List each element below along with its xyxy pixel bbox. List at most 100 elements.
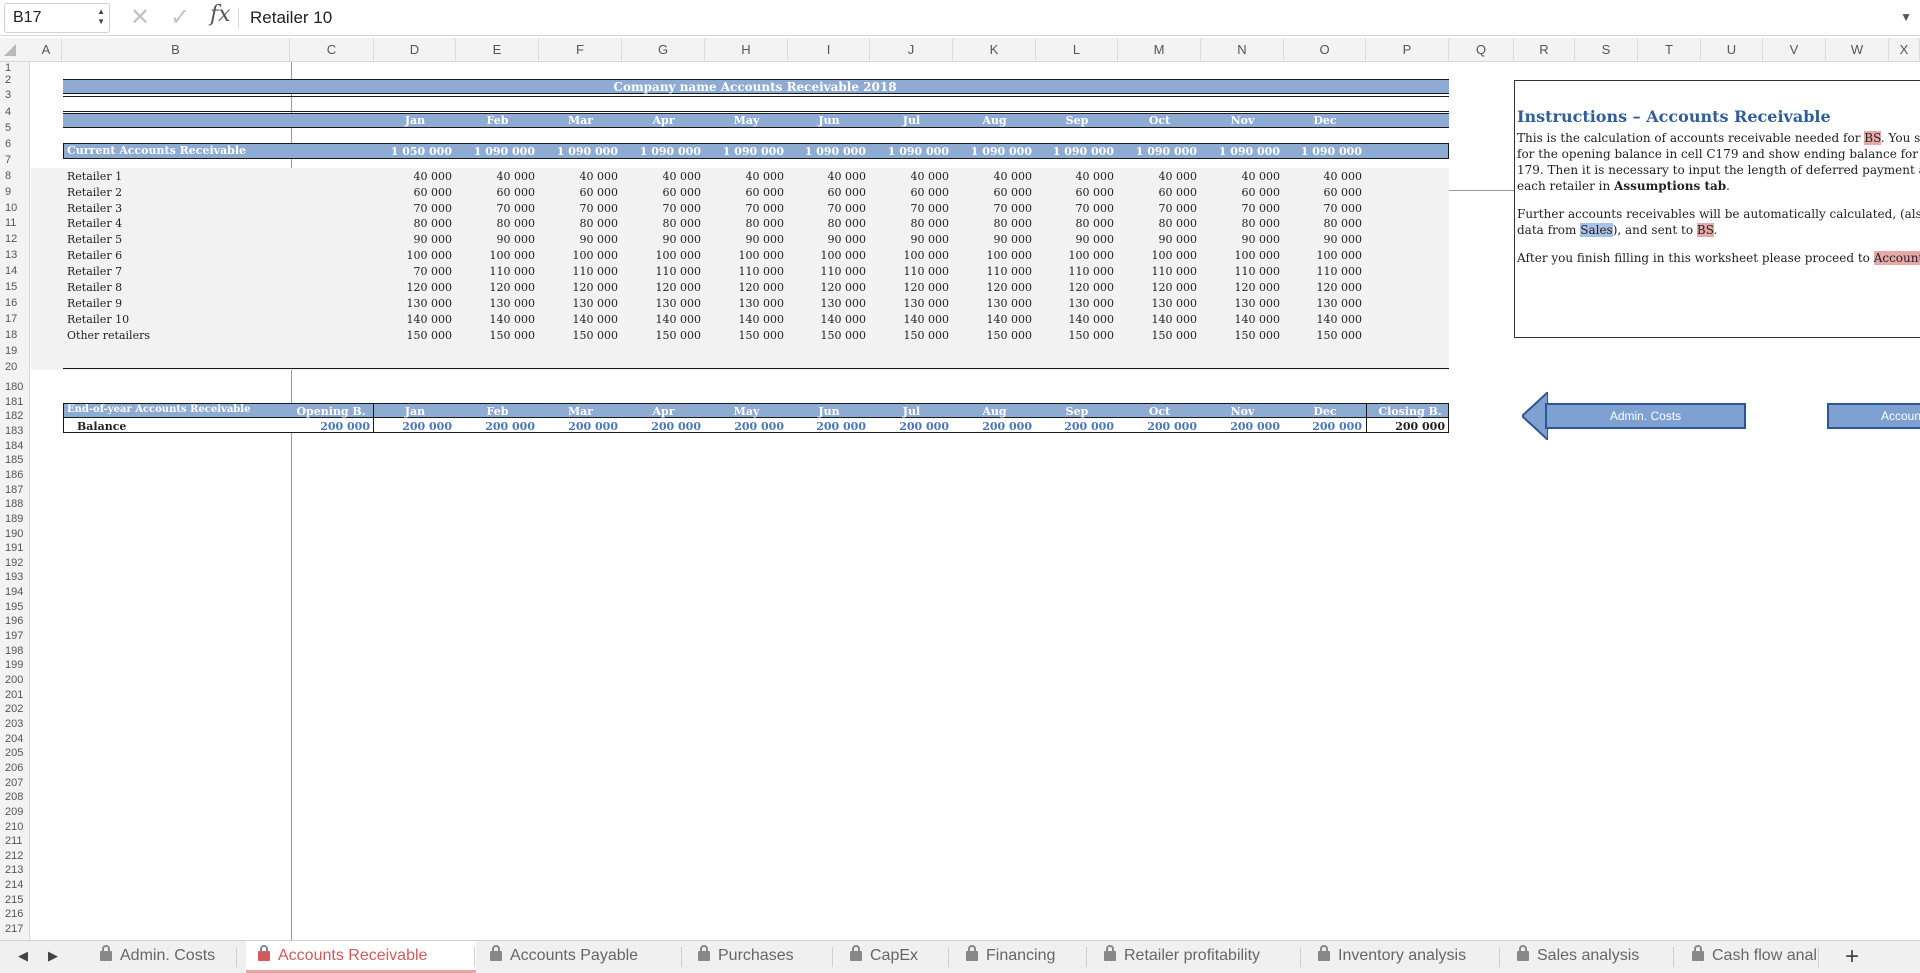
column-header-Q[interactable]: Q	[1449, 38, 1514, 62]
row-header-198[interactable]: 198	[0, 645, 29, 657]
sales-link[interactable]: Sales	[1580, 223, 1613, 237]
column-header-H[interactable]: H	[705, 38, 788, 62]
tab-sales-analysis[interactable]: Sales analysis	[1505, 941, 1675, 973]
row-header-208[interactable]: 208	[0, 791, 29, 803]
row-header-205[interactable]: 205	[0, 747, 29, 759]
tab-capex[interactable]: CapEx	[838, 941, 950, 973]
row-header-186[interactable]: 186	[0, 469, 29, 481]
row-header-15[interactable]: 15	[0, 281, 29, 293]
row-header-8[interactable]: 8	[0, 170, 29, 182]
column-header-V[interactable]: V	[1763, 38, 1826, 62]
row-header-217[interactable]: 217	[0, 923, 29, 935]
cancel-icon[interactable]: ✕	[130, 4, 150, 32]
name-box-stepper-icon[interactable]: ▲ ▼	[97, 7, 105, 27]
column-header-X[interactable]: X	[1889, 38, 1920, 62]
row-header-3[interactable]: 3	[0, 89, 29, 101]
row-header-2[interactable]: 2	[0, 74, 29, 86]
row-header-196[interactable]: 196	[0, 615, 29, 627]
row-header-187[interactable]: 187	[0, 484, 29, 496]
row-header-184[interactable]: 184	[0, 440, 29, 452]
name-box[interactable]: B17 ▲ ▼	[4, 3, 110, 33]
column-header-U[interactable]: U	[1701, 38, 1763, 62]
tab-scroll-left-icon[interactable]: ◀	[18, 948, 28, 964]
column-header-W[interactable]: W	[1826, 38, 1889, 62]
column-header-C[interactable]: C	[290, 38, 374, 62]
column-header-N[interactable]: N	[1201, 38, 1284, 62]
function-icon[interactable]: fx	[210, 2, 231, 27]
select-all-corner[interactable]	[4, 44, 16, 56]
tab-purchases[interactable]: Purchases	[686, 941, 834, 973]
row-header-6[interactable]: 6	[0, 138, 29, 150]
row-header-191[interactable]: 191	[0, 542, 29, 554]
column-header-R[interactable]: R	[1514, 38, 1575, 62]
row-header-4[interactable]: 4	[0, 106, 29, 118]
row-header-189[interactable]: 189	[0, 513, 29, 525]
row-header-17[interactable]: 17	[0, 313, 29, 325]
row-header-182[interactable]: 182	[0, 410, 29, 422]
tab-financing[interactable]: Financing	[954, 941, 1088, 973]
row-header-197[interactable]: 197	[0, 630, 29, 642]
row-header-216[interactable]: 216	[0, 908, 29, 920]
row-header-180[interactable]: 180	[0, 381, 29, 393]
row-header-212[interactable]: 212	[0, 850, 29, 862]
row-header-193[interactable]: 193	[0, 571, 29, 583]
row-header-214[interactable]: 214	[0, 879, 29, 891]
tab-admin-costs[interactable]: Admin. Costs	[88, 941, 238, 973]
row-header-190[interactable]: 190	[0, 528, 29, 540]
row-header-195[interactable]: 195	[0, 601, 29, 613]
formula-input[interactable]: Retailer 10	[250, 3, 1850, 33]
tab-accounts-receivable[interactable]: Accounts Receivable	[246, 941, 476, 973]
row-header-201[interactable]: 201	[0, 689, 29, 701]
row-header-1[interactable]: 1	[0, 62, 29, 74]
column-header-P[interactable]: P	[1366, 38, 1449, 62]
row-header-18[interactable]: 18	[0, 329, 29, 341]
row-header-183[interactable]: 183	[0, 425, 29, 437]
row-header-200[interactable]: 200	[0, 674, 29, 686]
row-header-11[interactable]: 11	[0, 217, 29, 229]
row-header-203[interactable]: 203	[0, 718, 29, 730]
row-header-199[interactable]: 199	[0, 659, 29, 671]
chevron-down-icon[interactable]: ▼	[1900, 10, 1912, 24]
column-header-O[interactable]: O	[1284, 38, 1366, 62]
bs-link[interactable]: BS	[1864, 131, 1881, 145]
tab-accounts-payable[interactable]: Accounts Payable	[478, 941, 683, 973]
row-header-185[interactable]: 185	[0, 454, 29, 466]
column-header-M[interactable]: M	[1118, 38, 1201, 62]
row-header-209[interactable]: 209	[0, 806, 29, 818]
column-header-S[interactable]: S	[1575, 38, 1638, 62]
row-header-207[interactable]: 207	[0, 777, 29, 789]
row-header-211[interactable]: 211	[0, 835, 29, 847]
add-sheet-icon[interactable]: +	[1845, 943, 1859, 971]
row-header-206[interactable]: 206	[0, 762, 29, 774]
column-header-D[interactable]: D	[374, 38, 456, 62]
row-header-7[interactable]: 7	[0, 154, 29, 166]
row-header-19[interactable]: 19	[0, 345, 29, 357]
row-header-13[interactable]: 13	[0, 249, 29, 261]
confirm-icon[interactable]: ✓	[170, 4, 190, 32]
row-header-16[interactable]: 16	[0, 297, 29, 309]
row-header-10[interactable]: 10	[0, 202, 29, 214]
column-header-J[interactable]: J	[870, 38, 953, 62]
column-header-T[interactable]: T	[1638, 38, 1701, 62]
column-header-L[interactable]: L	[1036, 38, 1118, 62]
row-header-213[interactable]: 213	[0, 864, 29, 876]
row-header-204[interactable]: 204	[0, 733, 29, 745]
column-header-G[interactable]: G	[622, 38, 705, 62]
row-header-5[interactable]: 5	[0, 122, 29, 134]
row-header-215[interactable]: 215	[0, 894, 29, 906]
tab-retailer-profitability[interactable]: Retailer profitability	[1092, 941, 1302, 973]
bs-link[interactable]: BS	[1696, 223, 1714, 237]
column-header-A[interactable]: A	[31, 38, 62, 62]
accounts-payable-nav-button[interactable]: Accoun	[1827, 403, 1920, 429]
row-header-9[interactable]: 9	[0, 186, 29, 198]
row-header-202[interactable]: 202	[0, 703, 29, 715]
row-header-188[interactable]: 188	[0, 498, 29, 510]
column-header-K[interactable]: K	[953, 38, 1036, 62]
column-header-F[interactable]: F	[539, 38, 622, 62]
row-header-12[interactable]: 12	[0, 233, 29, 245]
accounts-link[interactable]: Account	[1873, 251, 1920, 265]
row-header-181[interactable]: 181	[0, 396, 29, 408]
tab-scroll-right-icon[interactable]: ▶	[48, 948, 58, 964]
row-header-210[interactable]: 210	[0, 821, 29, 833]
column-header-E[interactable]: E	[456, 38, 539, 62]
